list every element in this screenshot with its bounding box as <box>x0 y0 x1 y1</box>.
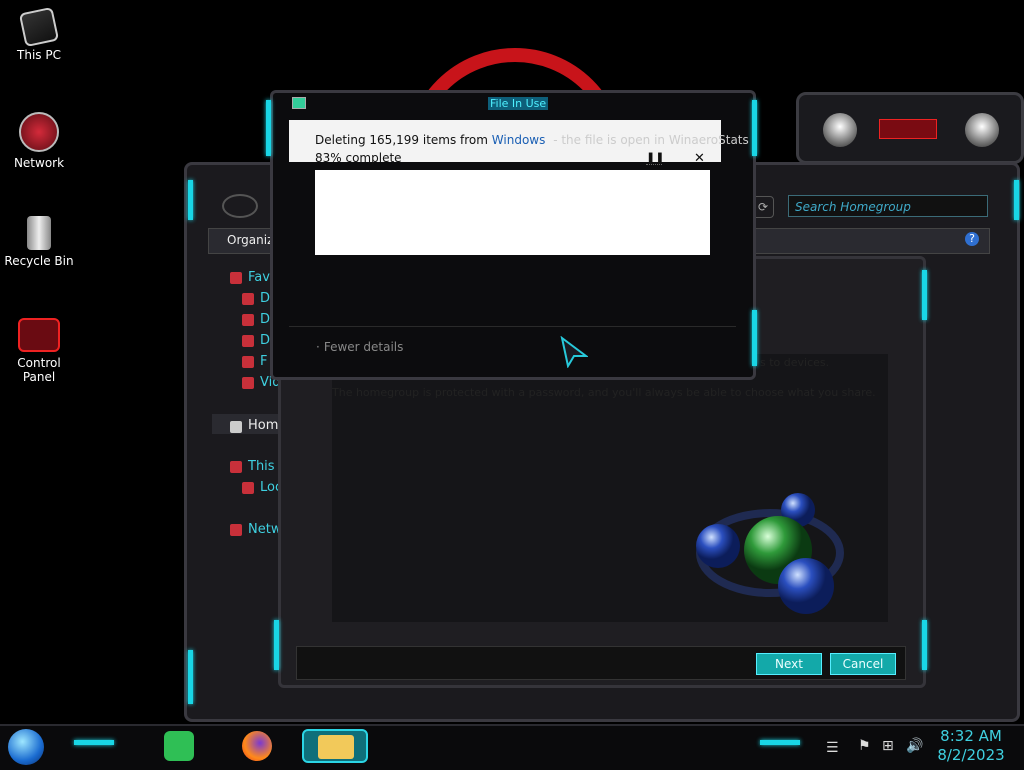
taskbar-accent <box>74 740 114 745</box>
nav-homegroup-row[interactable]: Hom <box>212 414 282 434</box>
folder-icon <box>242 313 254 326</box>
network-tray-icon[interactable]: ⊞ <box>882 738 894 754</box>
window-accent <box>922 620 927 670</box>
alienware-badge <box>796 92 1024 164</box>
dialog-separator <box>289 326 736 327</box>
nav-item[interactable]: D <box>242 333 270 348</box>
desktop-icon-control-panel[interactable]: Control Panel <box>0 318 78 384</box>
show-hidden-icons-icon[interactable]: ☰ <box>826 740 839 756</box>
nav-item[interactable]: F <box>242 354 267 369</box>
control-panel-icon <box>18 318 60 352</box>
homegroup-icon <box>230 420 242 433</box>
help-icon[interactable]: ? <box>965 232 979 246</box>
videos-icon <box>242 376 254 389</box>
desktop-icon-label: Recycle Bin <box>4 254 74 268</box>
window-accent <box>266 100 271 156</box>
window-accent <box>274 620 279 670</box>
chevron-up-icon: · <box>316 340 320 354</box>
folder-icon <box>242 292 254 305</box>
nav-local-disk[interactable]: Loc <box>242 480 282 495</box>
computer-icon <box>18 6 60 48</box>
drive-icon <box>242 481 254 494</box>
nav-item[interactable]: D <box>242 312 270 327</box>
desktop-icon-label: Control Panel <box>17 356 61 384</box>
folder-icon <box>318 735 354 759</box>
clock-time: 8:32 AM <box>940 727 1002 745</box>
wizard-text-partial: s to devices. <box>760 356 830 369</box>
back-forward-icon[interactable] <box>222 194 258 218</box>
desktop-icon-label: Network <box>13 156 65 170</box>
next-button[interactable]: Next <box>756 653 822 675</box>
window-accent <box>188 650 193 704</box>
nav-network[interactable]: Netw <box>230 522 281 537</box>
taskbar-clock[interactable]: 8:32 AM 8/2/2023 <box>936 727 1006 765</box>
search-input[interactable]: Search Homegroup <box>788 195 988 217</box>
alien-head-icon <box>823 113 857 147</box>
progress-graph-area <box>315 170 710 255</box>
close-icon[interactable]: ✕ <box>694 151 705 166</box>
window-accent <box>752 100 757 156</box>
favorites-icon <box>230 271 242 284</box>
source-folder-link[interactable]: Windows <box>492 133 546 147</box>
network-icon <box>19 112 59 152</box>
clock-date: 8/2/2023 <box>937 746 1005 764</box>
logo-emblem <box>879 119 937 139</box>
desktop-icon-network[interactable]: Network <box>0 112 78 170</box>
firefox-icon[interactable] <box>242 731 272 761</box>
pause-icon[interactable]: ❚❚ <box>646 152 664 165</box>
desktop-icon-this-pc[interactable]: This PC <box>0 6 78 62</box>
progress-percent: 83% complete <box>315 151 402 165</box>
file-explorer-icon[interactable] <box>302 729 368 763</box>
action-center-flag-icon[interactable]: ⚑ <box>858 738 871 754</box>
alien-head-icon <box>965 113 999 147</box>
window-accent <box>752 310 757 366</box>
progress-status-line: Deleting 165,199 items from Windows - th… <box>315 133 749 147</box>
window-accent <box>188 180 193 220</box>
folder-icon <box>242 355 254 368</box>
mouse-cursor-icon <box>560 336 588 368</box>
desktop-icon-label: This PC <box>17 48 61 62</box>
nav-this-pc[interactable]: This <box>230 459 275 474</box>
folder-icon <box>242 334 254 347</box>
wizard-description: The homegroup is protected with a passwo… <box>332 386 876 399</box>
homegroup-icon <box>696 493 844 614</box>
nav-item[interactable]: D <box>242 291 270 306</box>
window-accent <box>922 270 927 320</box>
dialog-app-icon <box>292 97 306 109</box>
taskbar-accent <box>760 740 800 745</box>
desktop-icon-recycle-bin[interactable]: Recycle Bin <box>0 216 78 268</box>
volume-icon[interactable]: 🔊 <box>906 738 923 754</box>
fewer-details-button[interactable]: · Fewer details <box>316 340 403 354</box>
recycle-bin-icon <box>27 216 51 250</box>
dialog-title: File In Use <box>488 97 549 110</box>
notes-app-icon[interactable] <box>164 731 194 761</box>
computer-icon <box>230 460 242 473</box>
start-button[interactable] <box>8 729 44 765</box>
network-icon <box>230 523 242 536</box>
cancel-button[interactable]: Cancel <box>830 653 896 675</box>
window-accent <box>1014 180 1019 220</box>
